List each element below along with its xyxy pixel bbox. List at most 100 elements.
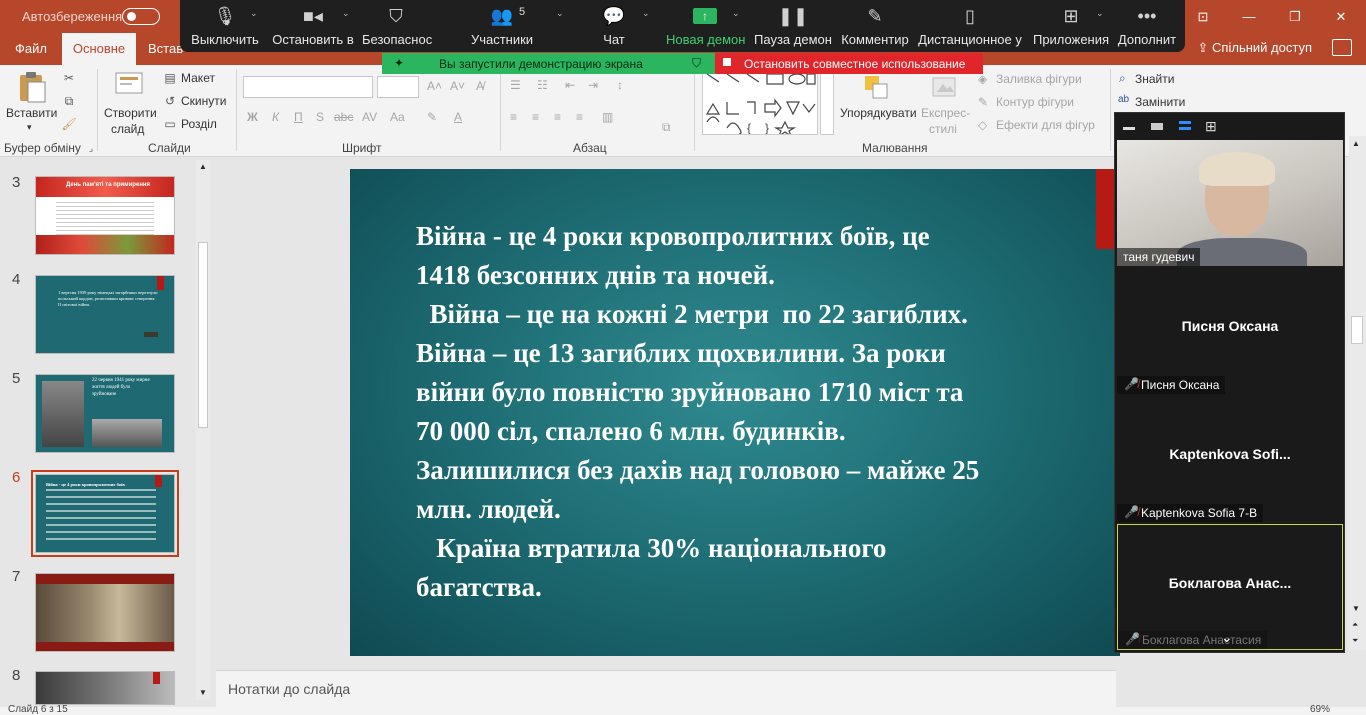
slide-thumbnail-7[interactable] (35, 573, 175, 652)
notes-pane[interactable]: Нотатки до слайда (216, 670, 1116, 707)
quick-styles-icon[interactable] (928, 71, 962, 105)
tab-file[interactable]: Файл (15, 41, 47, 56)
chevron-down-icon[interactable]: ⌄ (556, 8, 564, 19)
minimize-button[interactable]: — (1226, 0, 1272, 33)
scrollbar-thumb[interactable] (198, 242, 208, 428)
find-button[interactable]: Знайти (1135, 72, 1174, 86)
replace-button[interactable]: Замінити (1135, 95, 1185, 109)
paste-label[interactable]: Вставити (6, 106, 57, 120)
participants-button[interactable]: 👥 Участники (462, 0, 542, 52)
cut-icon[interactable]: ✂ (60, 69, 78, 87)
tab-insert[interactable]: Встав (148, 41, 183, 56)
new-slide-label-2[interactable]: слайд (111, 122, 144, 136)
columns-icon[interactable]: ▥ (602, 110, 613, 124)
slide-thumbnail-6[interactable]: Війна - це 4 роки кровопролитних боїв (31, 470, 179, 557)
share-button[interactable]: ⇪ Спільний доступ (1198, 40, 1312, 56)
copy-icon[interactable]: ⧉ (60, 92, 78, 110)
italic-button[interactable]: К (272, 110, 279, 124)
decrease-indent-icon[interactable]: ⇤ (565, 78, 575, 92)
align-right-icon[interactable]: ≡ (554, 110, 561, 124)
participant-tile[interactable]: Писня Оксана Писня Оксана 🎤̸ (1117, 268, 1343, 394)
participant-tile[interactable]: Kaptenkova Sofi... Kaptenkova Sofia 7-B … (1117, 396, 1343, 522)
thumbnails-scrollbar[interactable]: ▲ ▼ (196, 160, 210, 700)
line-spacing-icon[interactable]: ↕ (617, 78, 623, 92)
editor-scrollbar[interactable]: ▲ ▼ ⏶ ⏷ (1349, 136, 1366, 650)
shapes-gallery-scroll[interactable] (820, 69, 834, 135)
new-slide-icon[interactable] (112, 69, 146, 103)
slide-thumbnail-4[interactable]: 1 вересня 1939 року німецькі загарбники … (35, 275, 175, 354)
font-size-combo[interactable] (377, 76, 419, 98)
stop-share-button[interactable]: Остановить совместное использование (715, 53, 983, 74)
scroll-down-icon[interactable]: ▼ (1352, 604, 1360, 613)
justify-icon[interactable]: ≡ (576, 110, 583, 124)
decrease-font-icon[interactable]: A˅ (450, 79, 465, 93)
dialog-launcher-icon[interactable]: ⌟ (87, 143, 95, 153)
remote-control-button[interactable]: ▯ Дистанционное у (918, 0, 1022, 52)
quick-styles-label-1[interactable]: Експрес- (921, 106, 970, 120)
clear-format-icon[interactable]: A̸ (476, 79, 484, 93)
next-slide-icon[interactable]: ⏷ (1352, 636, 1358, 646)
chevron-down-icon[interactable]: ⌄ (1221, 629, 1233, 646)
arrange-button[interactable]: Упорядкувати (840, 106, 917, 120)
current-slide[interactable]: Війна - це 4 роки кровопролитних боїв, ц… (350, 169, 1120, 656)
font-color-icon[interactable]: A (454, 110, 462, 124)
self-video[interactable]: таня гудевич (1117, 140, 1343, 266)
slide-thumbnail-8[interactable] (35, 671, 175, 705)
change-case-button[interactable]: Aa (390, 110, 405, 124)
chevron-down-icon[interactable]: ⌄ (642, 8, 650, 19)
chevron-down-icon[interactable]: ⌄ (1096, 8, 1104, 19)
layout-button[interactable]: Макет (181, 71, 215, 85)
increase-font-icon[interactable]: A˄ (427, 79, 442, 93)
highlight-icon[interactable]: ✎ (427, 110, 437, 124)
more-button[interactable]: ••• Дополнит (1116, 0, 1178, 52)
section-button[interactable]: Розділ (181, 117, 217, 131)
gallery-view-icon[interactable]: ⊞ (1205, 118, 1217, 135)
paste-icon[interactable] (14, 69, 50, 105)
close-button[interactable]: ✕ (1318, 0, 1364, 33)
reset-button[interactable]: Скинути (181, 94, 226, 108)
ribbon-display-icon[interactable]: ⊡ (1180, 0, 1226, 33)
chevron-down-icon[interactable]: ▾ (27, 122, 32, 133)
thumbnail-view-icon[interactable] (1151, 123, 1163, 130)
shape-outline-button[interactable]: Контур фігури (996, 95, 1074, 109)
bullets-icon[interactable]: ☰ (510, 78, 521, 92)
chevron-down-icon[interactable]: ⌄ (732, 8, 740, 19)
annotate-button[interactable]: ✎ Комментир (840, 0, 910, 52)
slide-thumbnail-5[interactable]: 22 червня 1941 року мирне життя людей бу… (35, 374, 175, 453)
slide-body-text[interactable]: Війна - це 4 роки кровопролитних боїв, ц… (416, 217, 1116, 607)
shapes-gallery[interactable]: {} (702, 69, 818, 138)
prev-slide-icon[interactable]: ⏶ (1352, 620, 1358, 630)
speaker-view-icon[interactable] (1179, 121, 1191, 130)
align-center-icon[interactable]: ≡ (532, 110, 539, 124)
restore-button[interactable]: ❐ (1272, 0, 1318, 33)
shape-fill-button[interactable]: Заливка фігури (996, 72, 1082, 86)
increase-indent-icon[interactable]: ⇥ (588, 78, 598, 92)
numbering-icon[interactable]: ☷ (537, 78, 548, 92)
slide-thumbnail-3[interactable]: День пам'яті та примирення (35, 176, 175, 255)
bold-button[interactable]: Ж (247, 110, 258, 124)
security-button[interactable]: ⛉ Безопаснос (362, 0, 432, 52)
char-spacing-button[interactable]: AV (362, 110, 377, 124)
quick-styles-label-2[interactable]: стилі (929, 122, 957, 136)
smartart-icon[interactable]: ⧉ (662, 120, 671, 135)
scroll-up-icon[interactable]: ▲ (1352, 139, 1360, 148)
align-left-icon[interactable]: ≡ (510, 110, 517, 124)
zoom-level[interactable]: 69% (1310, 704, 1330, 715)
scroll-up-icon[interactable]: ▲ (197, 162, 209, 172)
comments-icon[interactable] (1332, 39, 1352, 56)
minimize-icon[interactable] (1123, 127, 1135, 130)
scrollbar-thumb[interactable] (1351, 316, 1363, 344)
strikethrough-button[interactable]: abc (334, 110, 353, 124)
chevron-down-icon[interactable]: ⌄ (250, 8, 258, 19)
arrange-icon[interactable] (860, 71, 894, 105)
chevron-down-icon[interactable]: ⌄ (342, 8, 350, 19)
new-slide-label-1[interactable]: Створити (104, 106, 157, 120)
autosave-toggle[interactable] (122, 8, 160, 25)
font-name-combo[interactable] (243, 76, 373, 98)
pause-share-button[interactable]: ❚❚ Пауза демон (754, 0, 832, 52)
chat-button[interactable]: 💬 Чат (586, 0, 642, 52)
scroll-down-icon[interactable]: ▼ (197, 688, 209, 698)
underline-button[interactable]: П (294, 110, 303, 124)
shape-effects-button[interactable]: Ефекти для фігур (996, 118, 1095, 132)
shadow-button[interactable]: S (316, 110, 324, 124)
